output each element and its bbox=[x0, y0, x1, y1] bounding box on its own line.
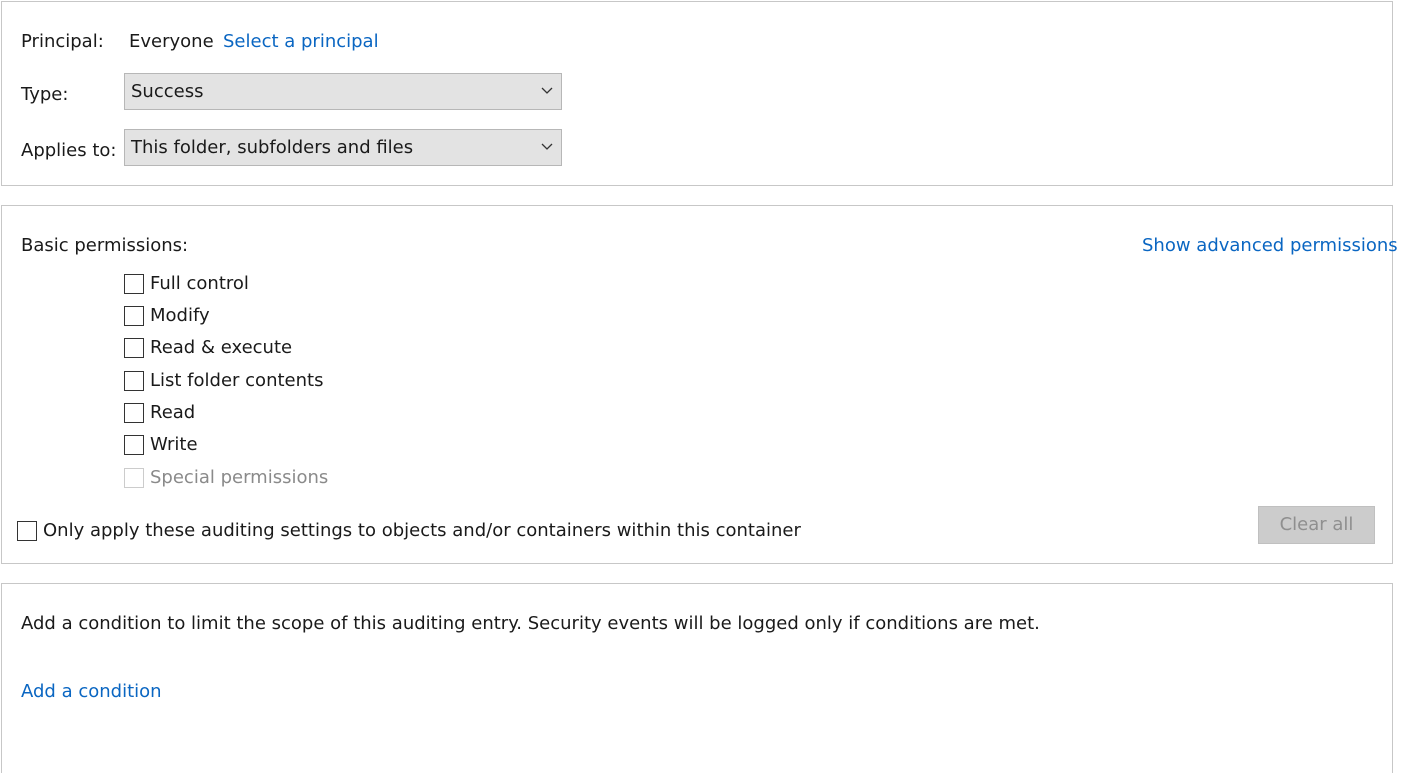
applies-to-dropdown-value: This folder, subfolders and files bbox=[131, 137, 414, 158]
only-apply-label: Only apply these auditing settings to ob… bbox=[43, 520, 801, 541]
checkbox bbox=[124, 468, 144, 488]
checkbox[interactable] bbox=[124, 435, 144, 455]
select-principal-link[interactable]: Select a principal bbox=[223, 31, 379, 53]
applies-to-label: Applies to: bbox=[21, 140, 117, 161]
show-advanced-permissions-link[interactable]: Show advanced permissions bbox=[1142, 235, 1398, 257]
basic-permissions-label: Basic permissions: bbox=[21, 235, 189, 256]
applies-to-dropdown[interactable]: This folder, subfolders and files bbox=[124, 129, 562, 166]
chevron-down-icon bbox=[541, 143, 553, 150]
condition-description: Add a condition to limit the scope of th… bbox=[21, 613, 1040, 634]
checkbox[interactable] bbox=[124, 306, 144, 326]
permission-label: Read & execute bbox=[150, 337, 293, 358]
permission-label: Write bbox=[150, 434, 198, 455]
type-dropdown[interactable]: Success bbox=[124, 73, 562, 110]
permission-label: Read bbox=[150, 402, 196, 423]
permissions-panel: Basic permissions: Show advanced permiss… bbox=[1, 205, 1398, 564]
principal-label: Principal: bbox=[21, 31, 104, 52]
type-label: Type: bbox=[21, 84, 69, 105]
principal-panel: Principal: Everyone Select a principal T… bbox=[1, 1, 1393, 186]
chevron-down-icon bbox=[541, 87, 553, 94]
type-dropdown-value: Success bbox=[131, 81, 204, 102]
checkbox[interactable] bbox=[124, 403, 144, 423]
add-condition-link[interactable]: Add a condition bbox=[21, 681, 162, 703]
clear-all-button: Clear all bbox=[1258, 506, 1375, 544]
checkbox[interactable] bbox=[124, 338, 144, 358]
permission-label: Special permissions bbox=[150, 467, 329, 488]
condition-panel: Add a condition to limit the scope of th… bbox=[1, 583, 1393, 773]
principal-value: Everyone bbox=[129, 31, 214, 52]
checkbox[interactable] bbox=[124, 274, 144, 294]
checkbox[interactable] bbox=[17, 521, 37, 541]
checkbox[interactable] bbox=[124, 371, 144, 391]
permission-label: List folder contents bbox=[150, 370, 324, 391]
permission-label: Full control bbox=[150, 273, 249, 294]
permission-label: Modify bbox=[150, 305, 210, 326]
